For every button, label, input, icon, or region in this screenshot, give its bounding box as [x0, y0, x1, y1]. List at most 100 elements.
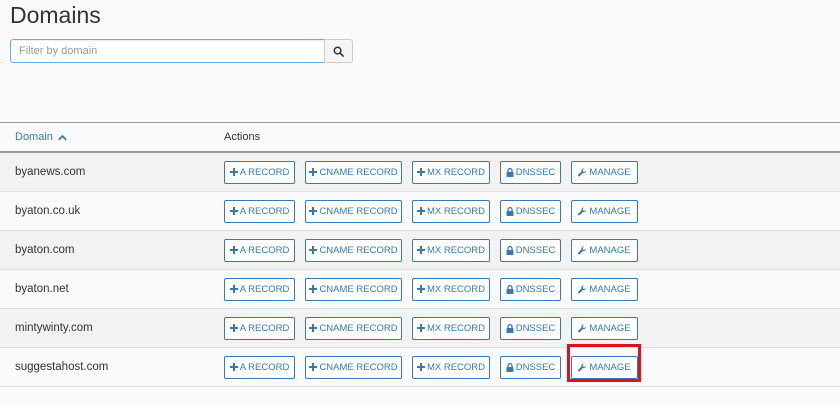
manage-button[interactable]: MANAGE	[571, 277, 638, 301]
plus-icon	[309, 285, 318, 293]
plus-icon	[309, 207, 318, 215]
table-row: byaton.com A RECORD CNAME RECORD MX RECORD D…	[0, 230, 840, 270]
mx-record-button[interactable]: MX RECORD	[412, 160, 490, 184]
table-header-row: Domain Actions	[0, 122, 840, 153]
a-record-button[interactable]: A RECORD	[224, 238, 295, 262]
dnssec-button[interactable]: DNSSEC	[500, 355, 561, 379]
wrench-icon	[578, 206, 587, 216]
dnssec-button[interactable]: DNSSEC	[500, 238, 561, 262]
lock-icon	[506, 323, 514, 333]
wrench-icon	[578, 206, 587, 215]
a-record-button[interactable]: A RECORD	[224, 277, 295, 301]
cname-record-button[interactable]: CNAME RECORD	[305, 238, 402, 262]
lock-icon	[506, 284, 514, 294]
cname-record-button[interactable]: CNAME RECORD	[305, 160, 402, 184]
cname-record-button[interactable]: CNAME RECORD	[305, 316, 402, 340]
search-button[interactable]	[324, 39, 353, 63]
a-record-button[interactable]: A RECORD	[224, 199, 295, 223]
plus-icon	[229, 363, 238, 371]
plus-icon	[416, 285, 425, 293]
domains-table: Domain Actions byanews.com A RECORD CNAME …	[0, 122, 840, 387]
plus-icon	[416, 285, 425, 293]
lock-icon	[506, 323, 514, 333]
actions-column-header: Actions	[224, 122, 840, 153]
mx-record-button[interactable]: MX RECORD	[412, 199, 490, 223]
wrench-icon	[578, 167, 587, 176]
dnssec-button[interactable]: DNSSEC	[500, 160, 561, 184]
manage-button[interactable]: MANAGE	[571, 355, 638, 379]
mx-record-button[interactable]: MX RECORD	[412, 355, 490, 379]
plus-icon	[309, 246, 318, 254]
wrench-icon	[578, 362, 587, 372]
dnssec-button-label: DNSSEC	[515, 244, 556, 256]
mx-record-button[interactable]: MX RECORD	[412, 316, 490, 340]
manage-button[interactable]: MANAGE	[571, 238, 638, 262]
table-row: byaton.net A RECORD CNAME RECORD MX RECORD D…	[0, 269, 840, 309]
mx-record-button[interactable]: MX RECORD	[412, 238, 490, 262]
plus-icon	[416, 324, 425, 332]
domain-name: byaton.co.uk	[0, 191, 224, 231]
actions-cell: A RECORD CNAME RECORD MX RECORD DNSSEC MANAG…	[224, 269, 840, 309]
table-row: suggestahost.com A RECORD CNAME RECORD MX R…	[0, 347, 840, 387]
plus-icon	[229, 168, 238, 176]
dnssec-button[interactable]: DNSSEC	[500, 316, 561, 340]
a-record-button[interactable]: A RECORD	[224, 160, 295, 184]
wrench-icon	[578, 245, 587, 255]
dnssec-button[interactable]: DNSSEC	[500, 199, 561, 223]
plus-icon	[416, 207, 425, 215]
plus-icon	[416, 168, 425, 176]
search-input[interactable]	[10, 39, 324, 63]
plus-icon	[309, 324, 318, 332]
lock-icon	[506, 362, 514, 372]
cname-record-button-label: CNAME RECORD	[319, 283, 398, 295]
manage-button[interactable]: MANAGE	[571, 316, 638, 340]
domain-sort-link[interactable]: Domain	[15, 131, 67, 143]
a-record-button[interactable]: A RECORD	[224, 316, 295, 340]
plus-icon	[229, 246, 238, 254]
wrench-icon	[578, 323, 587, 332]
cname-record-button[interactable]: CNAME RECORD	[305, 355, 402, 379]
manage-button-label: MANAGE	[589, 283, 631, 295]
actions-cell: A RECORD CNAME RECORD MX RECORD DNSSEC MANAG…	[224, 230, 840, 270]
cname-record-button-label: CNAME RECORD	[319, 361, 398, 373]
action-buttons: A RECORD CNAME RECORD MX RECORD DNSSEC MANAG…	[224, 238, 840, 262]
plus-icon	[229, 324, 238, 332]
manage-button-label: MANAGE	[589, 322, 631, 334]
manage-button-label: MANAGE	[589, 205, 631, 217]
chevron-up-icon	[58, 134, 67, 140]
manage-button[interactable]: MANAGE	[571, 160, 638, 184]
mx-record-button-label: MX RECORD	[426, 244, 486, 256]
manage-button-label: MANAGE	[589, 244, 631, 256]
plus-icon	[309, 246, 318, 254]
plus-icon	[309, 324, 318, 332]
lock-icon	[506, 245, 514, 255]
mx-record-button-label: MX RECORD	[426, 166, 486, 178]
mx-record-button[interactable]: MX RECORD	[412, 277, 490, 301]
plus-icon	[229, 207, 238, 215]
lock-icon	[506, 206, 514, 216]
action-buttons: A RECORD CNAME RECORD MX RECORD DNSSEC MANAG…	[224, 316, 840, 340]
plus-icon	[309, 207, 318, 215]
table-row: byaton.co.uk A RECORD CNAME RECORD MX RECOR…	[0, 191, 840, 231]
dnssec-button[interactable]: DNSSEC	[500, 277, 561, 301]
plus-icon	[229, 363, 238, 371]
dnssec-button-label: DNSSEC	[515, 322, 556, 334]
a-record-button-label: A RECORD	[239, 361, 290, 373]
domains-page: Domains Domain Actions	[0, 0, 840, 405]
cname-record-button[interactable]: CNAME RECORD	[305, 277, 402, 301]
plus-icon	[309, 168, 318, 176]
plus-icon	[229, 207, 238, 215]
plus-icon	[229, 324, 238, 332]
domain-column-label: Domain	[15, 131, 53, 143]
plus-icon	[416, 207, 425, 215]
domain-name: mintywinty.com	[0, 308, 224, 348]
cname-record-button-label: CNAME RECORD	[319, 244, 398, 256]
plus-icon	[229, 285, 238, 293]
manage-button[interactable]: MANAGE	[571, 199, 638, 223]
lock-icon	[506, 245, 514, 255]
dnssec-button-label: DNSSEC	[515, 205, 556, 217]
a-record-button[interactable]: A RECORD	[224, 355, 295, 379]
plus-icon	[416, 363, 425, 371]
cname-record-button[interactable]: CNAME RECORD	[305, 199, 402, 223]
page-title: Domains	[10, 2, 101, 28]
